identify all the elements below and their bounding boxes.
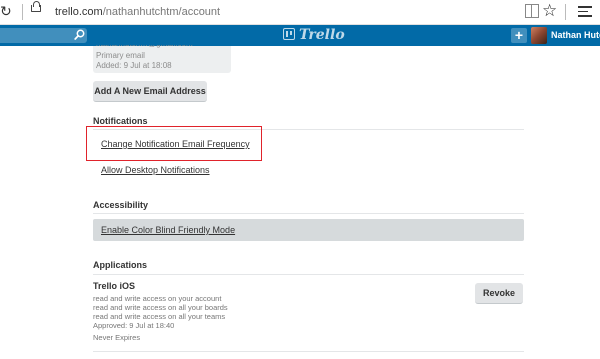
accessibility-heading: Accessibility — [93, 200, 149, 210]
email-added-date: Added: 9 Jul at 18:08 — [96, 61, 172, 70]
refresh-icon[interactable]: ↻ — [0, 3, 16, 19]
applications-divider — [93, 274, 524, 275]
hub-icon[interactable] — [578, 6, 592, 17]
favorite-star-icon[interactable]: ☆ — [542, 1, 557, 21]
avatar[interactable] — [531, 27, 547, 44]
address-bar[interactable]: trello.com/nathanhutchtm/account — [55, 4, 220, 20]
accessibility-divider — [93, 213, 524, 214]
change-notification-frequency-link[interactable]: Change Notification Email Frequency — [101, 139, 250, 150]
url-path: /nathanhutchtm/account — [102, 6, 221, 18]
app-permission: read and write access on all your teams — [93, 312, 226, 321]
app-expiry: Never Expires — [93, 333, 141, 342]
app-name: Trello iOS — [93, 281, 136, 291]
applications-heading: Applications — [93, 260, 148, 270]
app-permission: read and write access on your account — [93, 294, 222, 303]
lock-icon[interactable] — [31, 5, 41, 12]
toolbar-divider — [22, 4, 23, 20]
add-button[interactable]: + — [511, 28, 527, 43]
revoke-button[interactable]: Revoke — [475, 283, 523, 304]
toolbar-divider-2 — [565, 4, 566, 20]
applications-bottom-divider — [93, 351, 524, 352]
primary-email-label: Primary email — [96, 51, 145, 60]
app-permission: read and write access on all your boards — [93, 303, 228, 312]
trello-logo-text: Trello — [299, 27, 345, 43]
trello-logo[interactable]: Trello — [283, 27, 345, 44]
allow-desktop-notifications-link[interactable]: Allow Desktop Notifications — [101, 165, 210, 176]
reading-view-icon[interactable] — [525, 4, 539, 18]
member-name[interactable]: Nathan Hutch — [551, 30, 600, 41]
app-approved-date: Approved: 9 Jul at 18:40 — [93, 321, 175, 330]
url-host: trello.com — [55, 6, 103, 18]
colorblind-mode-link[interactable]: Enable Color Blind Friendly Mode — [101, 225, 235, 236]
add-email-button[interactable]: Add A New Email Address — [93, 81, 207, 102]
search-icon[interactable] — [74, 29, 86, 41]
trello-board-icon — [283, 28, 295, 40]
